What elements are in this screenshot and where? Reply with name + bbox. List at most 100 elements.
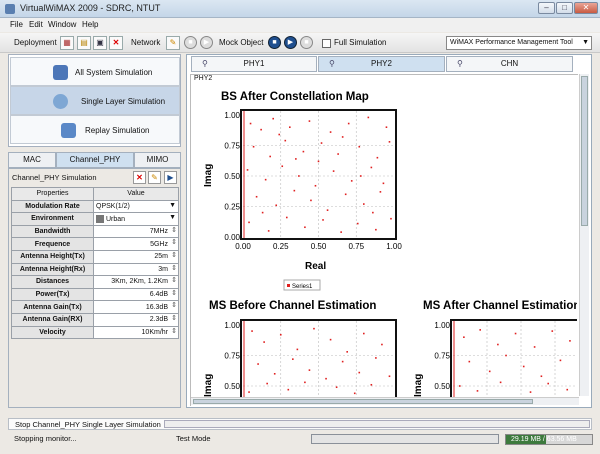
network-tool-icon[interactable]: ✎ [166, 36, 180, 50]
tab-chn-label: CHN [500, 59, 519, 68]
spinner-arrows-icon[interactable]: ⇕ [171, 251, 177, 259]
chart1-legend-swatch [287, 284, 290, 287]
spinner-arrows-icon[interactable]: ⇕ [171, 301, 177, 309]
property-spinner[interactable]: 3Km, 2Km, 1.2Km ⇕ [93, 275, 179, 289]
col-properties: Properties [11, 187, 94, 201]
all-system-simulation-button[interactable]: All System Simulation [10, 57, 180, 86]
property-spinner[interactable]: 5GHz ⇕ [93, 237, 179, 251]
network-play-icon[interactable]: ▶ [200, 36, 213, 49]
mock-stop-icon[interactable]: ■ [268, 36, 281, 49]
spinner-arrows-icon[interactable]: ⇕ [171, 289, 177, 297]
tab-phy1[interactable]: ⚲ PHY1 [191, 56, 317, 72]
horizontal-scrollbar[interactable] [191, 397, 579, 405]
replay-simulation-button[interactable]: Replay Simulation [10, 115, 180, 144]
folder-open-icon[interactable]: ▤ [77, 36, 91, 50]
property-name: Antenna Height(Rx) [11, 262, 94, 277]
replay-label: Replay Simulation [85, 126, 150, 135]
chart1-xtick-label: 0.25 [273, 242, 289, 251]
property-row: Velocity 10Km/hr ⇕ [11, 325, 179, 340]
chart1-point [359, 175, 362, 177]
status-bar: Stopping monitor... Test Mode 29.19 MB /… [0, 432, 600, 446]
menu-file[interactable]: File [10, 20, 23, 29]
chart1-point [264, 178, 267, 181]
chart2-point [308, 369, 311, 371]
chart3-point [479, 329, 481, 331]
spinner-arrows-icon[interactable]: ⇕ [171, 327, 177, 335]
network-stop-icon[interactable]: ■ [184, 36, 197, 49]
chart1-point [322, 219, 324, 221]
tab-mimo[interactable]: MIMO [134, 152, 181, 168]
chart1-point [252, 145, 255, 148]
chart1-point [385, 126, 388, 128]
property-spinner[interactable]: 7MHz ⇕ [93, 224, 179, 239]
tab-channel-phy[interactable]: Channel_PHY [56, 152, 134, 168]
property-value: 2.3dB [149, 316, 168, 324]
tool-select[interactable]: WiMAX Performance Management Tool ▼ [446, 36, 592, 50]
window-title: VirtualWiMAX 2009 - SDRC, NTUT [20, 3, 161, 13]
mock-play-icon[interactable]: ▶ [284, 36, 297, 49]
property-select[interactable]: Urban ▼ [93, 212, 179, 226]
property-spinner[interactable]: 2.3dB ⇕ [93, 312, 179, 327]
app-icon [5, 4, 15, 14]
tab-chn[interactable]: ⚲ CHN [446, 56, 573, 72]
spinner-arrows-icon[interactable]: ⇕ [171, 226, 177, 234]
horizontal-scroll-thumb[interactable] [193, 399, 533, 404]
spinner-arrows-icon[interactable]: ⇕ [171, 264, 177, 272]
property-spinner[interactable]: 10Km/hr ⇕ [93, 325, 179, 340]
tab-mac[interactable]: MAC [8, 152, 56, 168]
property-spinner[interactable]: 6.4dB ⇕ [93, 287, 179, 302]
menu-window[interactable]: Window [48, 20, 76, 29]
single-layer-simulation-button[interactable]: Single Layer Simulation [10, 86, 180, 115]
chart2-point [358, 371, 361, 374]
maximize-button[interactable]: □ [556, 2, 573, 14]
chart1-xtick-label: 0.75 [348, 242, 364, 251]
chart3-point [505, 354, 507, 357]
menu-edit[interactable]: Edit [29, 20, 43, 29]
panel-play-icon[interactable]: ▶ [164, 171, 177, 184]
spinner-arrows-icon[interactable]: ⇕ [171, 276, 177, 284]
chart3-ticks: 1.00 0.75 0.50 [434, 321, 450, 391]
chart1-point [350, 180, 353, 182]
mock-disabled-icon[interactable]: ■ [300, 36, 313, 49]
property-spinner[interactable]: 16.3dB ⇕ [93, 300, 179, 314]
spinner-arrows-icon[interactable]: ⇕ [171, 314, 177, 322]
chart2-point [251, 330, 253, 332]
vertical-scroll-thumb[interactable] [581, 76, 588, 226]
property-name: Frequence [11, 237, 94, 251]
panel-delete-icon[interactable]: ✕ [133, 171, 146, 184]
monitor-progress-bar [311, 434, 499, 444]
property-name: Modulation Rate [11, 199, 94, 214]
deployment-chart-icon[interactable]: ▦ [60, 36, 74, 50]
property-row: Antenna Gain(RX) 2.3dB ⇕ [11, 312, 179, 327]
property-select[interactable]: QPSK(1/2) ▼ [93, 199, 179, 214]
menu-help[interactable]: Help [82, 20, 98, 29]
tab-phy2[interactable]: ⚲ PHY2 [318, 56, 445, 72]
properties-table: Properties Value Modulation Rate QPSK(1/2… [11, 187, 179, 340]
chart3-point [514, 332, 517, 335]
property-name: Antenna Gain(RX) [11, 312, 94, 327]
chart1-point [370, 166, 373, 169]
full-simulation-checkbox[interactable] [322, 39, 331, 48]
delete-icon[interactable]: ✕ [109, 36, 123, 50]
chart3-ytick-label: 0.50 [434, 382, 450, 391]
chart1-point [363, 203, 365, 205]
chart1-point [275, 204, 278, 207]
vertical-scrollbar[interactable] [579, 74, 589, 396]
chevron-down-icon[interactable]: ▼ [169, 214, 176, 221]
property-spinner[interactable]: 3m ⇕ [93, 262, 179, 277]
close-button[interactable]: ✕ [574, 2, 598, 14]
minimize-button[interactable]: – [538, 2, 555, 14]
save-icon[interactable]: ▣ [93, 36, 107, 50]
property-spinner[interactable]: 25m ⇕ [93, 249, 179, 264]
chart2-point [248, 391, 250, 393]
property-value: 10Km/hr [141, 328, 168, 336]
chart1-point [249, 122, 252, 125]
panel-edit-icon[interactable]: ✎ [148, 171, 161, 184]
chart1-point [293, 189, 296, 192]
network-label: Network [131, 38, 161, 47]
chevron-down-icon[interactable]: ▼ [169, 202, 176, 209]
chart1-ylabel: Imag [203, 164, 214, 187]
property-value: Urban [106, 215, 126, 223]
chart3-point [551, 330, 554, 332]
spinner-arrows-icon[interactable]: ⇕ [171, 238, 177, 246]
